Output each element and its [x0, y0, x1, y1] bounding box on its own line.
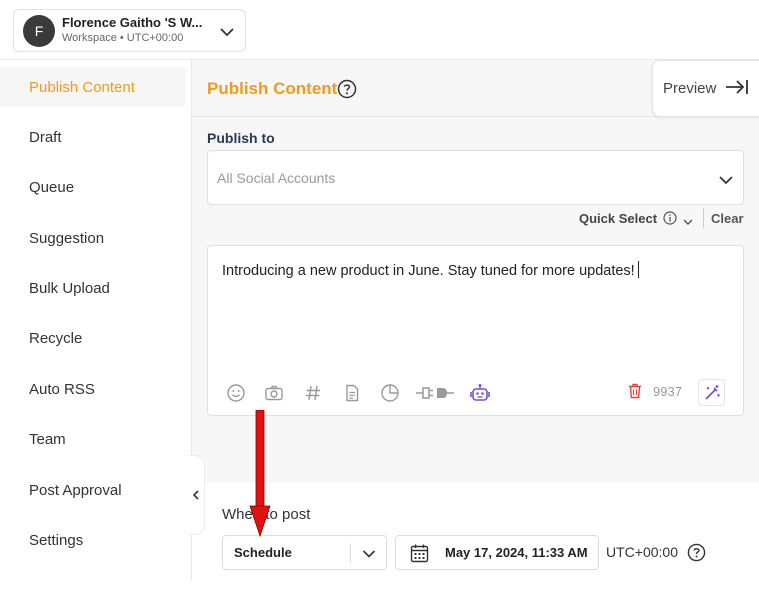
calendar-icon [410, 543, 429, 568]
preview-button[interactable]: Preview [652, 60, 759, 117]
divider [703, 208, 704, 228]
robot-icon[interactable] [469, 383, 491, 408]
timezone-label: UTC+00:00 [606, 544, 678, 560]
character-count: 9937 [653, 384, 682, 399]
emoji-icon[interactable] [226, 383, 246, 408]
workspace-switcher[interactable]: F Florence Gaitho 'S W... Workspace • UT… [13, 9, 246, 52]
datetime-value: May 17, 2024, 11:33 AM [445, 545, 588, 560]
workspace-subtitle: Workspace • UTC+00:00 [62, 32, 184, 44]
social-accounts-select[interactable]: All Social Accounts [207, 150, 744, 205]
sidebar-item-post-approval[interactable]: Post Approval [0, 470, 186, 510]
plug-icon[interactable] [414, 383, 456, 408]
publish-to-label: Publish to [207, 130, 275, 146]
sidebar-item-settings[interactable]: Settings [0, 520, 186, 560]
clear-button[interactable]: Clear [711, 211, 744, 226]
sidebar-item-recycle[interactable]: Recycle [0, 318, 186, 358]
info-icon[interactable] [663, 211, 677, 230]
collapse-right-icon [716, 79, 750, 99]
datetime-picker[interactable]: May 17, 2024, 11:33 AM [395, 535, 599, 570]
magic-wand-icon [704, 384, 720, 400]
quick-select-button[interactable]: Quick Select [579, 211, 657, 226]
sidebar-item-publish-content[interactable]: Publish Content [0, 67, 186, 107]
accounts-placeholder: All Social Accounts [217, 170, 336, 186]
sidebar-item-auto-rss[interactable]: Auto RSS [0, 369, 186, 409]
chevron-down-icon[interactable] [683, 213, 693, 231]
chevron-down-icon [219, 24, 235, 42]
schedule-select[interactable]: Schedule [222, 535, 387, 570]
help-icon[interactable] [337, 79, 357, 104]
sidebar-item-queue[interactable]: Queue [0, 167, 186, 207]
annotation-arrow-icon [248, 409, 272, 543]
trash-icon[interactable] [628, 383, 642, 404]
document-icon[interactable] [342, 383, 362, 408]
divider [350, 543, 351, 563]
text-caret [637, 261, 639, 278]
post-editor[interactable]: Introducing a new product in June. Stay … [207, 245, 744, 416]
avatar: F [23, 15, 55, 47]
post-text: Introducing a new product in June. Stay … [222, 263, 635, 279]
sidebar: Publish Content Draft Queue Suggestion B… [0, 60, 191, 580]
chevron-down-icon [718, 172, 734, 190]
sidebar-item-bulk-upload[interactable]: Bulk Upload [0, 268, 186, 308]
collapse-sidebar-button[interactable] [188, 455, 205, 535]
preview-label: Preview [663, 80, 717, 97]
chevron-left-icon [192, 490, 199, 500]
sidebar-item-draft[interactable]: Draft [0, 117, 186, 157]
sidebar-item-suggestion[interactable]: Suggestion [0, 218, 186, 258]
ai-magic-wand-button[interactable] [698, 379, 725, 406]
help-icon[interactable] [687, 543, 706, 567]
sidebar-item-team[interactable]: Team [0, 419, 186, 459]
schedule-value: Schedule [234, 545, 292, 560]
pie-chart-icon[interactable] [380, 383, 400, 408]
post-text-area[interactable]: Introducing a new product in June. Stay … [222, 261, 639, 279]
page-title: Publish Content [207, 79, 338, 98]
chevron-down-icon [362, 546, 376, 564]
hashtag-icon[interactable] [303, 383, 323, 408]
workspace-name: Florence Gaitho 'S W... [62, 15, 203, 30]
camera-icon[interactable] [264, 383, 284, 408]
